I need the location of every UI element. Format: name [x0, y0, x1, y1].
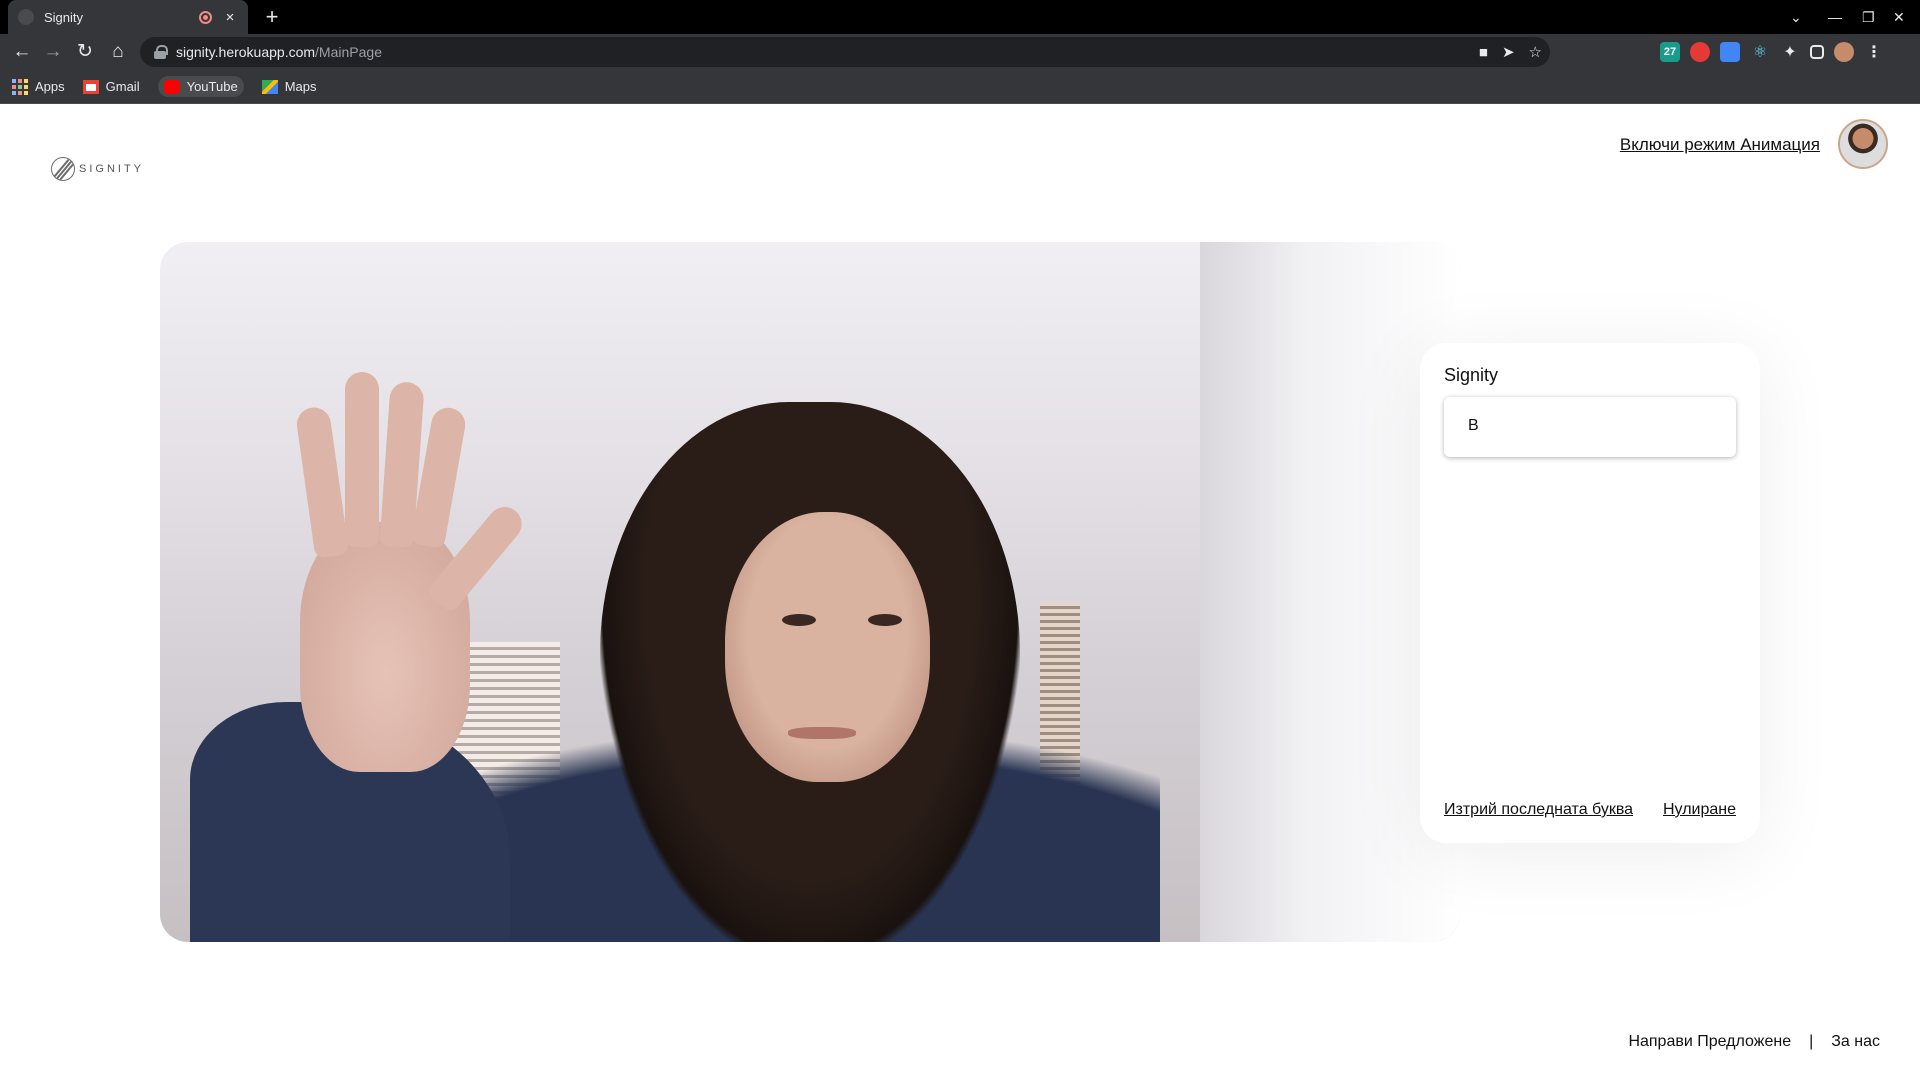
extensions-puzzle-icon[interactable]: ✦	[1780, 42, 1800, 62]
make-suggestion-link[interactable]: Направи Предложене	[1628, 1033, 1791, 1051]
browser-tab[interactable]: Signity ×	[8, 0, 248, 34]
forward-arrow-icon[interactable]: →	[41, 40, 65, 64]
page-content: SIGNITY Включи режим Анимация Signity В …	[0, 105, 1920, 1080]
youtube-icon	[163, 79, 180, 94]
tab-title: Signity	[44, 9, 84, 25]
delete-last-letter-button[interactable]: Изтрий последната буква	[1444, 801, 1633, 819]
browser-tab-strip: Signity × + ⌄ — ❐ ✕	[0, 0, 1920, 34]
tab-search-chevron-icon[interactable]: ⌄	[1790, 0, 1802, 34]
footer-separator: |	[1809, 1033, 1814, 1050]
gmail-icon	[82, 79, 99, 94]
panel-actions: Изтрий последната буква Нулиране	[1444, 801, 1736, 819]
maps-icon	[261, 79, 278, 94]
reload-icon[interactable]: ↻	[73, 40, 97, 64]
bookmarks-bar: Apps Gmail YouTube Maps	[0, 70, 1920, 104]
side-panel-icon[interactable]	[1810, 45, 1824, 59]
animation-mode-link[interactable]: Включи режим Анимация	[1620, 135, 1820, 155]
signity-logo[interactable]: SIGNITY	[51, 157, 144, 181]
apps-grid-icon	[12, 78, 28, 95]
bookmark-gmail[interactable]: Gmail	[82, 79, 140, 94]
new-tab-button[interactable]: +	[258, 3, 286, 31]
restore-window-button[interactable]: ❐	[1862, 0, 1875, 34]
footer-links: Направи Предложене | За нас	[1628, 1033, 1880, 1051]
user-avatar[interactable]	[1838, 119, 1888, 169]
recording-indicator-icon	[199, 10, 212, 24]
send-tab-icon[interactable]: ➤	[1502, 43, 1515, 61]
bookmark-apps[interactable]: Apps	[12, 78, 65, 95]
panel-title: Signity	[1444, 365, 1499, 385]
extensions-bar: 27 ⚛ ✦ ⋮	[1660, 40, 1884, 64]
lock-icon	[154, 45, 168, 59]
bookmark-maps-label: Maps	[284, 79, 317, 94]
bookmark-gmail-label: Gmail	[105, 79, 140, 94]
signity-logo-icon	[51, 157, 75, 181]
webcam-video-feed	[160, 242, 1460, 942]
bookmark-maps[interactable]: Maps	[261, 79, 317, 94]
about-us-link[interactable]: За нас	[1831, 1033, 1880, 1051]
close-window-button[interactable]: ✕	[1893, 0, 1905, 34]
logo-text: SIGNITY	[79, 163, 145, 175]
profile-avatar-icon[interactable]	[1834, 42, 1854, 62]
bookmark-youtube[interactable]: YouTube	[157, 76, 244, 97]
camera-in-use-icon[interactable]: ■	[1479, 44, 1488, 61]
extension-hand-icon[interactable]	[1690, 42, 1710, 62]
site-favicon-icon	[18, 9, 34, 25]
url-host: signity.herokuapp.com	[176, 44, 316, 60]
back-arrow-icon[interactable]: ←	[10, 40, 34, 64]
react-devtools-icon[interactable]: ⚛	[1750, 42, 1770, 62]
extension-27-icon[interactable]: 27	[1660, 42, 1680, 62]
bookmark-apps-label: Apps	[35, 79, 65, 94]
browser-menu-icon[interactable]: ⋮	[1864, 42, 1884, 62]
extension-docs-icon[interactable]	[1720, 42, 1740, 62]
bookmark-youtube-label: YouTube	[186, 79, 238, 94]
recognized-text-output: В	[1444, 397, 1736, 457]
home-icon[interactable]: ⌂	[106, 40, 130, 64]
minimize-window-button[interactable]: —	[1828, 0, 1842, 34]
translation-panel: Signity В Изтрий последната буква Нулира…	[1420, 343, 1760, 843]
reset-button[interactable]: Нулиране	[1663, 801, 1736, 819]
address-bar[interactable]: signity.herokuapp.com/MainPage ■ ➤ ☆	[140, 37, 1550, 67]
tab-close-button[interactable]: ×	[222, 9, 238, 26]
url-path: /MainPage	[315, 44, 382, 60]
browser-toolbar: ← → ↻ ⌂ signity.herokuapp.com/MainPage ■…	[0, 34, 1920, 70]
bookmark-star-icon[interactable]: ☆	[1529, 43, 1542, 61]
